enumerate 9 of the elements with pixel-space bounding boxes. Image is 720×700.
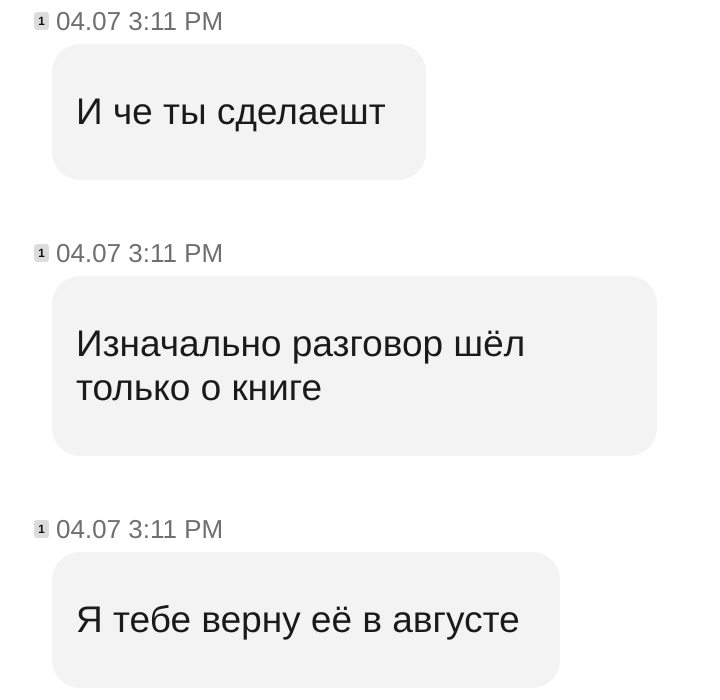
- message-bubble: И че ты сделаешт: [52, 44, 426, 180]
- sim-badge: 1: [34, 244, 49, 262]
- sim-badge: 1: [34, 12, 49, 30]
- message-time: 04.07 3:11 PM: [56, 6, 224, 36]
- sim-badge: 1: [34, 520, 49, 538]
- message-bubble: Изначально разговор шёл только о книге: [52, 276, 657, 456]
- message-time: 04.07 3:11 PM: [56, 514, 224, 544]
- message-bubble: Я тебе верну её в августе: [52, 552, 560, 688]
- message-time: 04.07 3:11 PM: [56, 238, 224, 268]
